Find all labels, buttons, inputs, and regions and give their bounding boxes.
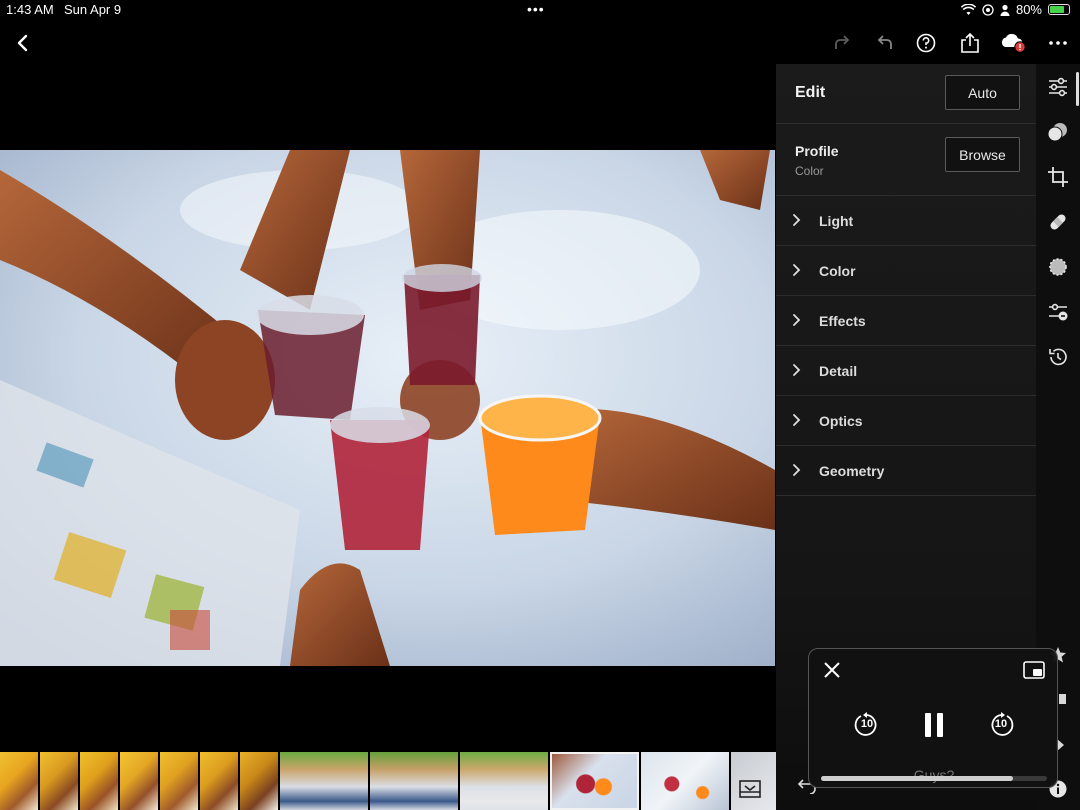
profile-label: Profile (795, 143, 839, 159)
section-effects[interactable]: Effects (776, 296, 1036, 346)
profile-value: Color (795, 164, 824, 178)
filmstrip-thumb[interactable] (80, 752, 118, 810)
close-icon (824, 662, 840, 678)
section-label: Light (819, 212, 854, 229)
filmstrip-thumb[interactable] (460, 752, 548, 810)
edit-panel-header: Edit Auto (776, 64, 1036, 124)
skip-back-seconds: 10 (860, 718, 874, 730)
cloud-sync-icon (1001, 33, 1026, 53)
auto-button[interactable]: Auto (945, 75, 1020, 110)
filmstrip-thumb[interactable] (280, 752, 368, 810)
status-bar: 1:43 AM Sun Apr 9 ••• 80% (0, 0, 1080, 22)
filmstrip (0, 750, 776, 810)
help-button[interactable] (911, 28, 941, 58)
pause-icon (925, 713, 943, 737)
player-progress[interactable] (821, 776, 1047, 781)
close-player-button[interactable] (823, 661, 841, 684)
edit-sections: Light Color Effects Detail Optics Geometry (776, 196, 1036, 496)
chevron-right-icon (793, 264, 801, 276)
skip-back-button[interactable]: 10 (853, 711, 881, 739)
picture-in-picture-icon (1023, 661, 1045, 679)
filmstrip-thumb[interactable] (200, 752, 238, 810)
filmstrip-thumb[interactable] (120, 752, 158, 810)
edit-panel-title: Edit (795, 84, 826, 101)
share-icon (961, 32, 979, 53)
section-detail[interactable]: Detail (776, 346, 1036, 396)
chevron-right-icon (793, 464, 801, 476)
top-toolbar (0, 22, 1080, 64)
browse-button[interactable]: Browse (945, 137, 1020, 172)
battery-icon (1048, 4, 1070, 15)
section-label: Geometry (819, 462, 885, 479)
redo-icon (835, 35, 850, 49)
section-light[interactable]: Light (776, 196, 1036, 246)
versions-icon[interactable] (1045, 299, 1071, 325)
profile-row[interactable]: Profile Color Browse (776, 124, 1036, 196)
section-label: Effects (819, 312, 866, 329)
skip-forward-button[interactable]: 10 (987, 711, 1015, 739)
chevron-right-icon (793, 414, 801, 426)
wifi-icon (960, 3, 976, 15)
player-progress-played (821, 776, 1014, 781)
active-tool-indicator (1076, 72, 1079, 106)
filmstrip-thumb[interactable] (370, 752, 458, 810)
cloud-sync-button[interactable] (998, 28, 1028, 58)
section-color[interactable]: Color (776, 246, 1036, 296)
status-date: Sun Apr 9 (64, 2, 122, 17)
filmstrip-thumb[interactable] (641, 752, 729, 810)
filmstrip-thumb[interactable] (0, 752, 38, 810)
back-button[interactable] (8, 28, 38, 58)
more-icon (1049, 41, 1067, 45)
main-photo[interactable] (0, 150, 775, 666)
share-button[interactable] (955, 28, 985, 58)
chevron-right-icon (793, 364, 801, 376)
chevron-right-icon (793, 214, 801, 226)
help-icon (916, 33, 936, 53)
section-label: Optics (819, 412, 863, 429)
import-tray-icon (739, 780, 761, 798)
chevron-right-icon (793, 314, 801, 326)
filmstrip-thumb[interactable] (160, 752, 198, 810)
photo-canvas[interactable] (0, 64, 776, 750)
status-time: 1:43 AM (6, 2, 54, 17)
user-icon (1000, 4, 1010, 16)
filmstrip-thumb[interactable] (40, 752, 78, 810)
filmstrip-thumb[interactable] (240, 752, 278, 810)
undo-icon (877, 35, 892, 49)
skip-forward-seconds: 10 (994, 718, 1008, 730)
section-optics[interactable]: Optics (776, 396, 1036, 446)
mini-player[interactable]: 10 10 Guys? (808, 648, 1058, 788)
pip-button[interactable] (1023, 661, 1045, 684)
healing-icon[interactable] (1045, 209, 1071, 235)
section-geometry[interactable]: Geometry (776, 446, 1036, 496)
undo-button[interactable] (870, 28, 900, 58)
battery-percent: 80% (1015, 2, 1042, 17)
status-indicators: 80% (960, 2, 1070, 17)
crop-icon[interactable] (1045, 164, 1071, 190)
chevron-left-icon (17, 34, 28, 52)
filmstrip-thumb-selected[interactable] (550, 752, 639, 810)
filmstrip-thumb[interactable] (731, 752, 776, 810)
masking-icon[interactable] (1045, 254, 1071, 280)
pause-button[interactable] (923, 711, 945, 744)
section-label: Detail (819, 362, 858, 379)
more-button[interactable] (1043, 28, 1073, 58)
multitasking-dots-icon[interactable]: ••• (527, 1, 545, 17)
section-label: Color (819, 262, 856, 279)
presets-icon[interactable] (1045, 119, 1071, 145)
redo-button[interactable] (827, 28, 857, 58)
edit-sliders-icon[interactable] (1045, 74, 1071, 100)
screen-lock-icon (982, 3, 994, 16)
history-icon[interactable] (1045, 344, 1071, 370)
